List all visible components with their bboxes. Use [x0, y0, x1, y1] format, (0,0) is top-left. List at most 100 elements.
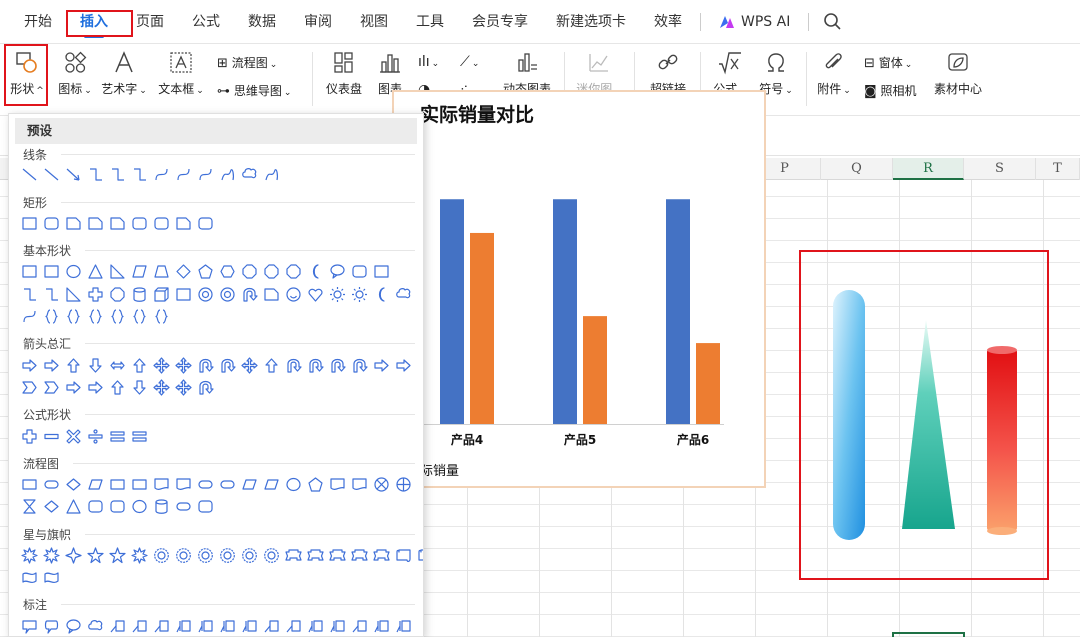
shape-ribbon-icon[interactable] — [373, 547, 390, 564]
shape-times-icon[interactable] — [65, 428, 82, 445]
shape-flow-data-icon[interactable] — [241, 476, 258, 493]
icon-button[interactable]: 图标 ⌄ — [55, 50, 95, 97]
shape-sun-icon[interactable] — [351, 286, 368, 303]
triangle-shape[interactable] — [902, 320, 955, 529]
search-icon[interactable] — [821, 10, 845, 34]
shape-flow-process-icon[interactable] — [21, 476, 38, 493]
shape-u-arrow-icon[interactable] — [307, 357, 324, 374]
shape-callout-bar-icon[interactable] — [219, 618, 236, 635]
shape-right-arrow-icon[interactable] — [43, 357, 60, 374]
shape-bracket-icon[interactable] — [109, 308, 126, 325]
shape-moon-icon[interactable] — [373, 286, 390, 303]
shape-ribbon-icon[interactable] — [307, 547, 324, 564]
shape-elbow-icon[interactable] — [131, 166, 148, 183]
shape-flow-term-icon[interactable] — [43, 476, 60, 493]
shape-star4-icon[interactable] — [65, 547, 82, 564]
shape-burst-icon[interactable] — [21, 547, 38, 564]
shape-callout-line-icon[interactable] — [351, 618, 368, 635]
bar-产品5-series-1[interactable] — [583, 316, 607, 424]
menu-start[interactable]: 开始 — [10, 0, 66, 44]
shape-snip-rect-icon[interactable] — [109, 215, 126, 232]
shape-rt-triangle-icon[interactable] — [109, 263, 126, 280]
shape-rect-icon[interactable] — [175, 286, 192, 303]
shape-rect-icon[interactable] — [21, 215, 38, 232]
shape-star5-icon[interactable] — [109, 547, 126, 564]
shape-callout-bar-icon[interactable] — [197, 618, 214, 635]
mindmap-button[interactable]: ⊶ 思维导图 ⌄ — [217, 82, 291, 99]
shape-seal-icon[interactable] — [219, 547, 236, 564]
shape-snip-rect-icon[interactable] — [175, 215, 192, 232]
shape-ellipse-icon[interactable] — [285, 476, 302, 493]
shape-up-arrow-icon[interactable] — [131, 357, 148, 374]
shape-quad-arrow-icon[interactable] — [241, 357, 258, 374]
menu-new-tab[interactable]: 新建选项卡 — [542, 0, 640, 44]
shape-right-arrow-icon[interactable] — [87, 379, 104, 396]
column-header-Q[interactable]: Q — [821, 158, 893, 180]
shape-up-arrow-icon[interactable] — [65, 357, 82, 374]
shape-callout-line-icon[interactable] — [263, 618, 280, 635]
shape-right-arrow-icon[interactable] — [395, 357, 412, 374]
column-chart-dropdown[interactable]: ılı ⌄ — [418, 54, 439, 70]
shape-flow-data-icon[interactable] — [87, 476, 104, 493]
shape-bracket-icon[interactable] — [153, 308, 170, 325]
shape-callout-bar-icon[interactable] — [329, 618, 346, 635]
shape-round-rect-icon[interactable] — [109, 498, 126, 515]
menu-tools[interactable]: 工具 — [402, 0, 458, 44]
menu-review[interactable]: 审阅 — [290, 0, 346, 44]
shape-flow-doc-icon[interactable] — [175, 476, 192, 493]
shape-curve-icon[interactable] — [175, 166, 192, 183]
attachment-button[interactable]: 附件 ⌄ — [814, 50, 854, 97]
shape-hexagon-icon[interactable] — [219, 263, 236, 280]
shape-callout-cloud-icon[interactable] — [87, 618, 104, 635]
shape-seal-icon[interactable] — [263, 547, 280, 564]
shape-parallelogram-icon[interactable] — [131, 263, 148, 280]
shape-arrow-line-icon[interactable] — [65, 166, 82, 183]
shape-round-rect-icon[interactable] — [351, 263, 368, 280]
shape-scroll-icon[interactable] — [395, 547, 412, 564]
shape-pentagon-icon[interactable] — [307, 476, 324, 493]
shape-seal-icon[interactable] — [153, 547, 170, 564]
menu-efficiency[interactable]: 效率 — [640, 0, 696, 44]
shape-moon-icon[interactable] — [307, 263, 324, 280]
menu-data[interactable]: 数据 — [234, 0, 290, 44]
shape-callout-bar-icon[interactable] — [175, 618, 192, 635]
shape-line-icon[interactable] — [43, 166, 60, 183]
shape-bracket-icon[interactable] — [43, 308, 60, 325]
shape-flow-process-icon[interactable] — [109, 476, 126, 493]
shape-star5-icon[interactable] — [87, 547, 104, 564]
shape-snip-rect-icon[interactable] — [263, 286, 280, 303]
shape-ellipse-icon[interactable] — [65, 263, 82, 280]
shape-round-rect-icon[interactable] — [87, 498, 104, 515]
shape-seal-icon[interactable] — [241, 547, 258, 564]
sales-comparison-chart[interactable]: 实际销量对比 产品4 产品5 产品6 际销量 — [392, 90, 766, 488]
shape-flow-data-icon[interactable] — [263, 476, 280, 493]
shape-cross-icon[interactable] — [87, 286, 104, 303]
shape-bracket-icon[interactable] — [131, 308, 148, 325]
shape-snip-rect-icon[interactable] — [65, 215, 82, 232]
shape-round-rect-icon[interactable] — [197, 215, 214, 232]
shape-u-arrow-icon[interactable] — [197, 357, 214, 374]
shape-heart-icon[interactable] — [307, 286, 324, 303]
shape-right-arrow-icon[interactable] — [373, 357, 390, 374]
bar-产品5-series-0[interactable] — [553, 199, 577, 424]
shape-flow-or-icon[interactable] — [395, 476, 412, 493]
menu-insert[interactable]: 插入 — [66, 0, 122, 44]
shape-ellipse-icon[interactable] — [131, 498, 148, 515]
shape-callout-oval-icon[interactable] — [65, 618, 82, 635]
shape-can-icon[interactable] — [131, 286, 148, 303]
shape-rect-icon[interactable] — [21, 263, 38, 280]
shape-seal-icon[interactable] — [197, 547, 214, 564]
shape-ribbon-icon[interactable] — [351, 547, 368, 564]
shape-down-arrow-icon[interactable] — [131, 379, 148, 396]
shape-callout-line-icon[interactable] — [131, 618, 148, 635]
shape-button[interactable]: 形状 ^ — [9, 50, 45, 97]
shape-callout-bar-icon[interactable] — [395, 618, 412, 635]
shape-scroll-icon[interactable] — [417, 547, 423, 564]
shape-quad-arrow-icon[interactable] — [153, 379, 170, 396]
shape-right-arrow-icon[interactable] — [21, 357, 38, 374]
shape-down-arrow-icon[interactable] — [87, 357, 104, 374]
shape-equal-icon[interactable] — [131, 428, 148, 445]
shape-flow-decision-icon[interactable] — [65, 476, 82, 493]
shape-u-arrow-icon[interactable] — [241, 286, 258, 303]
shape-elbow-icon[interactable] — [43, 286, 60, 303]
